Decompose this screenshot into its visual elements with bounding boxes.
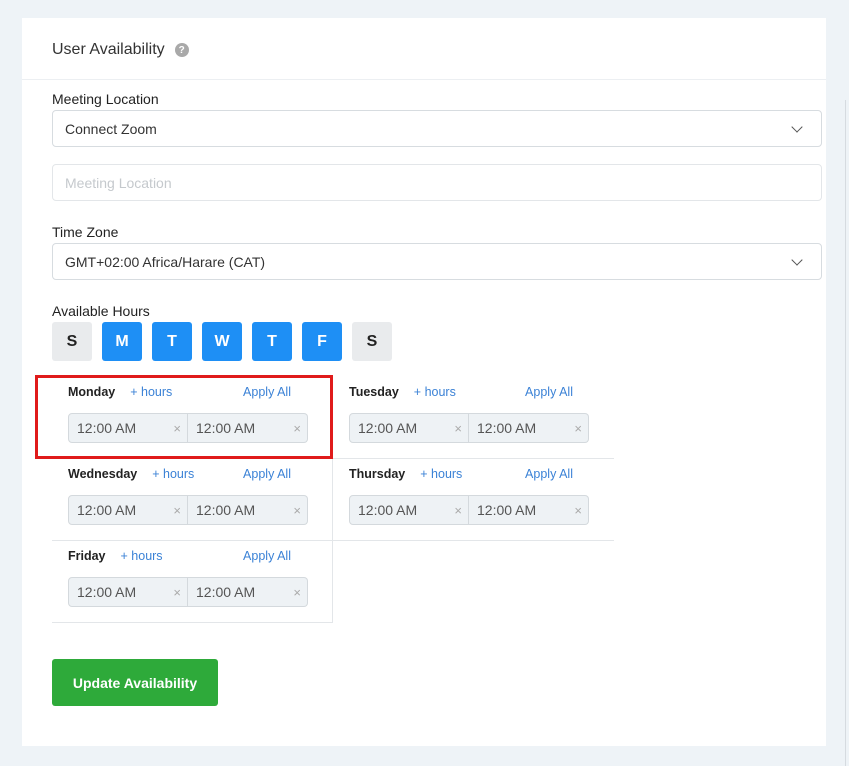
apply-all-link[interactable]: Apply All <box>525 467 573 481</box>
clear-icon[interactable]: × <box>574 503 582 518</box>
end-time-value: 12:00 AM <box>477 420 537 436</box>
end-time-input[interactable]: 12:00 AM × <box>188 577 308 607</box>
day-toggle-saturday[interactable]: S <box>352 322 392 361</box>
end-time-value: 12:00 AM <box>196 584 256 600</box>
time-zone-select[interactable]: GMT+02:00 Africa/Harare (CAT) <box>52 243 822 280</box>
day-name: Thursday <box>349 467 406 481</box>
clear-icon[interactable]: × <box>173 585 181 600</box>
clear-icon[interactable]: × <box>173 503 181 518</box>
day-toggle-friday[interactable]: F <box>302 322 342 361</box>
end-time-input[interactable]: 12:00 AM × <box>188 495 308 525</box>
meeting-location-placeholder: Meeting Location <box>65 174 172 191</box>
day-toggle-wednesday[interactable]: W <box>202 322 242 361</box>
day-selector: S M T W T F S <box>52 322 392 361</box>
chevron-down-icon <box>791 253 803 266</box>
day-name: Wednesday <box>68 467 138 481</box>
clear-icon[interactable]: × <box>454 421 462 436</box>
apply-all-link[interactable]: Apply All <box>243 549 291 563</box>
chevron-down-icon <box>791 120 803 133</box>
add-hours-link[interactable]: + hours <box>121 549 163 563</box>
meeting-location-input[interactable]: Meeting Location <box>52 164 822 201</box>
clear-icon[interactable]: × <box>293 503 301 518</box>
time-zone-label: Time Zone <box>52 224 119 240</box>
start-time-input[interactable]: 12:00 AM × <box>68 577 188 607</box>
day-toggle-sunday[interactable]: S <box>52 322 92 361</box>
clear-icon[interactable]: × <box>293 585 301 600</box>
card-header: User Availability ? <box>52 41 189 59</box>
schedule-cell-thursday: Thursday + hours Apply All 12:00 AM × 12:… <box>333 459 614 541</box>
start-time-value: 12:00 AM <box>358 502 418 518</box>
start-time-value: 12:00 AM <box>358 420 418 436</box>
divider <box>22 79 826 80</box>
scrollbar[interactable] <box>845 100 846 766</box>
schedule-cell-wednesday: Wednesday + hours Apply All 12:00 AM × 12… <box>52 459 333 541</box>
start-time-value: 12:00 AM <box>77 502 137 518</box>
apply-all-link[interactable]: Apply All <box>525 385 573 399</box>
end-time-input[interactable]: 12:00 AM × <box>469 413 589 443</box>
highlight-box <box>35 375 333 459</box>
schedule-cell-tuesday: Tuesday + hours Apply All 12:00 AM × 12:0… <box>333 377 614 459</box>
add-hours-link[interactable]: + hours <box>420 467 462 481</box>
end-time-input[interactable]: 12:00 AM × <box>469 495 589 525</box>
meeting-location-value: Connect Zoom <box>65 120 157 137</box>
time-zone-value: GMT+02:00 Africa/Harare (CAT) <box>65 253 266 270</box>
clear-icon[interactable]: × <box>574 421 582 436</box>
start-time-input[interactable]: 12:00 AM × <box>68 495 188 525</box>
update-availability-button[interactable]: Update Availability <box>52 659 218 706</box>
availability-card: User Availability ? Meeting Location Con… <box>22 18 826 746</box>
schedule-cell-friday: Friday + hours Apply All 12:00 AM × 12:00… <box>52 541 333 623</box>
meeting-location-select[interactable]: Connect Zoom <box>52 110 822 147</box>
start-time-input[interactable]: 12:00 AM × <box>349 495 469 525</box>
available-hours-label: Available Hours <box>52 303 150 319</box>
day-toggle-tuesday[interactable]: T <box>152 322 192 361</box>
end-time-value: 12:00 AM <box>196 502 256 518</box>
day-toggle-monday[interactable]: M <box>102 322 142 361</box>
meeting-location-label: Meeting Location <box>52 91 159 107</box>
day-name: Friday <box>68 549 106 563</box>
page-title: User Availability <box>52 41 165 58</box>
help-icon[interactable]: ? <box>174 43 189 57</box>
day-toggle-thursday[interactable]: T <box>252 322 292 361</box>
clear-icon[interactable]: × <box>454 503 462 518</box>
start-time-value: 12:00 AM <box>77 584 137 600</box>
start-time-input[interactable]: 12:00 AM × <box>349 413 469 443</box>
apply-all-link[interactable]: Apply All <box>243 467 291 481</box>
add-hours-link[interactable]: + hours <box>152 467 194 481</box>
add-hours-link[interactable]: + hours <box>414 385 456 399</box>
day-name: Tuesday <box>349 385 399 399</box>
end-time-value: 12:00 AM <box>477 502 537 518</box>
